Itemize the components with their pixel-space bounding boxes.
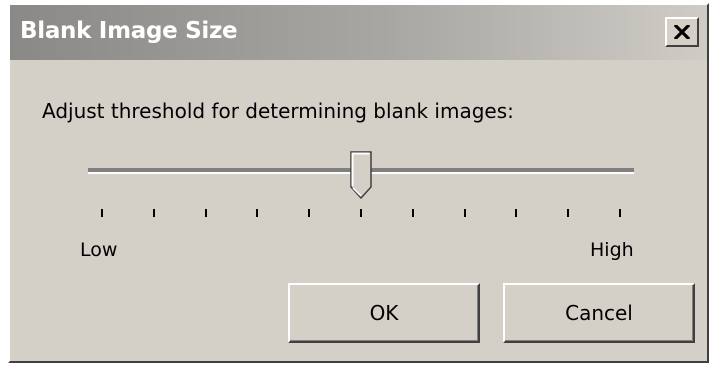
slider-tick [619, 209, 621, 217]
dialog-title: Blank Image Size [20, 18, 238, 44]
slider-tick [101, 209, 103, 217]
slider-tick [308, 209, 311, 217]
slider-tick [360, 209, 362, 217]
slider-thumb[interactable] [350, 151, 372, 199]
close-button[interactable] [665, 17, 699, 47]
slider-low-label: Low [80, 239, 118, 261]
slider-tick [567, 209, 570, 217]
threshold-prompt: Adjust threshold for determining blank i… [42, 99, 514, 123]
threshold-slider[interactable] [88, 151, 634, 217]
slider-tick [411, 209, 414, 217]
slider-tick [152, 209, 155, 217]
title-bar[interactable]: Blank Image Size [10, 5, 707, 60]
ok-button[interactable]: OK [288, 283, 480, 343]
slider-tick [515, 209, 518, 217]
blank-image-size-dialog: Blank Image Size Adjust threshold for de… [8, 3, 709, 363]
slider-tick [204, 209, 207, 217]
slider-tick [463, 209, 466, 217]
slider-tick [256, 209, 259, 217]
cancel-button[interactable]: Cancel [503, 283, 695, 343]
slider-high-label: High [590, 239, 634, 261]
close-icon [674, 25, 690, 39]
